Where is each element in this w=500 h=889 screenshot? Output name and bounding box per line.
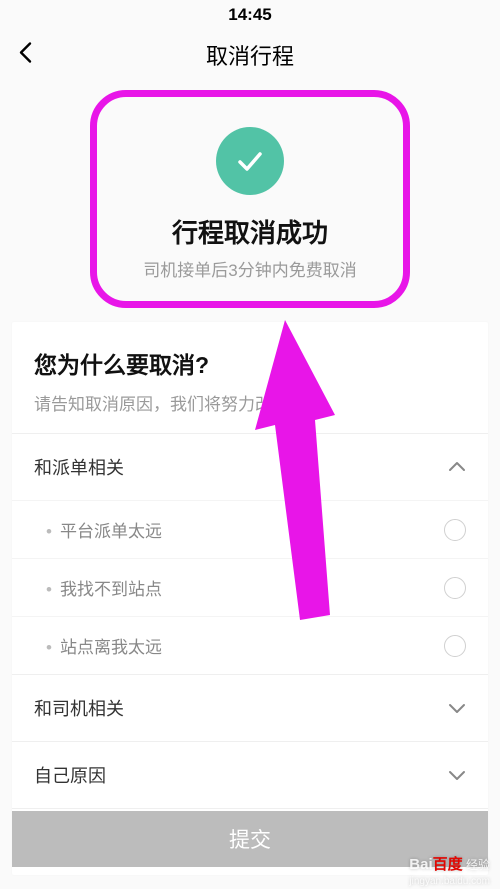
- reason-card: 您为什么要取消? 请告知取消原因，我们将努力改善 和派单相关 平台派单太远 我找…: [12, 322, 488, 875]
- option-label: 站点离我太远: [46, 633, 162, 658]
- radio-unchecked[interactable]: [444, 635, 466, 657]
- option-cant-find-station[interactable]: 我找不到站点: [12, 558, 488, 616]
- option-label: 平台派单太远: [46, 517, 162, 542]
- success-block: 行程取消成功 司机接单后3分钟内免费取消: [90, 90, 410, 308]
- radio-unchecked[interactable]: [444, 519, 466, 541]
- reason-list: 和派单相关 平台派单太远 我找不到站点 站点离我太远 和司机相关 自己原因 其他: [12, 433, 488, 875]
- group-label: 和司机相关: [34, 695, 124, 721]
- radio-unchecked[interactable]: [444, 577, 466, 599]
- success-subtitle: 司机接单后3分钟内免费取消: [117, 256, 383, 281]
- submit-label: 提交: [229, 824, 271, 854]
- group-self[interactable]: 自己原因: [12, 741, 488, 808]
- status-time: 14:45: [228, 5, 271, 25]
- watermark-brand2: 百度: [433, 856, 463, 873]
- success-title: 行程取消成功: [117, 213, 383, 250]
- page-title: 取消行程: [206, 39, 294, 71]
- chevron-down-icon: [448, 702, 466, 714]
- question-title: 您为什么要取消?: [34, 346, 466, 380]
- nav-bar: 取消行程: [0, 30, 500, 80]
- option-label: 我找不到站点: [46, 575, 162, 600]
- back-button[interactable]: [18, 40, 32, 71]
- group-dispatch[interactable]: 和派单相关: [12, 433, 488, 500]
- chevron-down-icon: [448, 769, 466, 781]
- check-icon: [232, 143, 268, 179]
- option-dispatch-far[interactable]: 平台派单太远: [12, 500, 488, 558]
- success-icon: [216, 127, 284, 195]
- watermark: Bai百度 经验 jingyan.baidu.com: [409, 857, 490, 887]
- group-label: 自己原因: [34, 762, 106, 788]
- chevron-left-icon: [18, 42, 32, 64]
- watermark-brand: Bai: [409, 856, 432, 873]
- status-bar: 14:45: [0, 0, 500, 30]
- card-header: 您为什么要取消? 请告知取消原因，我们将努力改善: [12, 322, 488, 433]
- group-label: 和派单相关: [34, 454, 124, 480]
- question-subtitle: 请告知取消原因，我们将努力改善: [34, 390, 466, 415]
- group-driver[interactable]: 和司机相关: [12, 674, 488, 741]
- watermark-url: jingyan.baidu.com: [409, 876, 490, 887]
- watermark-suffix: 经验: [466, 858, 490, 872]
- option-station-too-far[interactable]: 站点离我太远: [12, 616, 488, 674]
- chevron-up-icon: [448, 461, 466, 473]
